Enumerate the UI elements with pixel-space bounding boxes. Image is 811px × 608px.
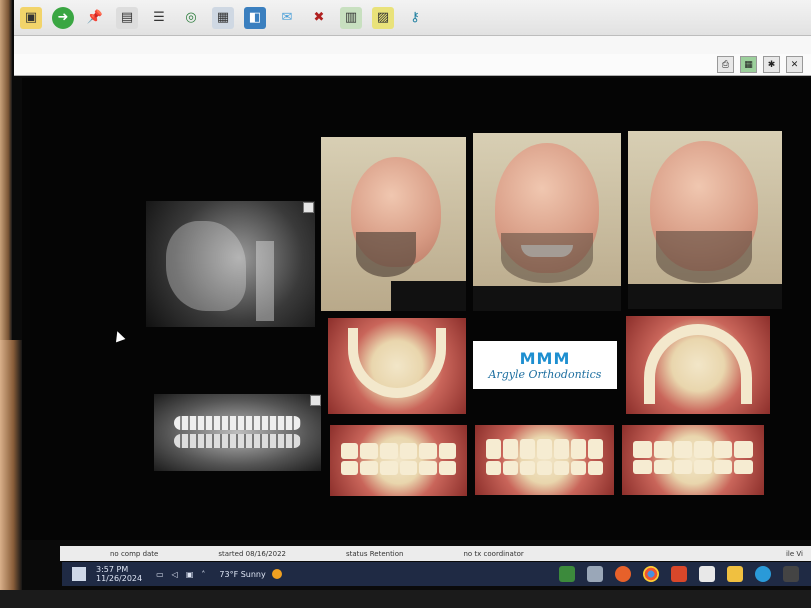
pinned-apps xyxy=(559,566,811,582)
status-right: ile Vi xyxy=(785,549,803,558)
right-buccal-photo[interactable] xyxy=(330,425,467,496)
monitor-bezel-bottom xyxy=(0,590,811,608)
file-explorer-icon[interactable] xyxy=(727,566,743,582)
view-controls-bar: ⎙ ▦ ✱ ✕ xyxy=(14,54,811,76)
shield-icon[interactable]: ✖ xyxy=(308,7,330,29)
tray-icons: ▭ ◁ ▣ ˄ xyxy=(156,570,205,579)
logo-wordmark: MMM xyxy=(519,349,571,368)
app-icon-image[interactable] xyxy=(587,566,603,582)
monitor-bezel-left-lower xyxy=(0,340,22,608)
chart-doc-icon[interactable]: ▨ xyxy=(372,6,394,29)
clock-date: 11/26/2024 xyxy=(96,574,143,583)
status-coordinator: no tx coordinator xyxy=(463,549,524,558)
list-icon[interactable]: ☰ xyxy=(148,7,170,29)
close-icon[interactable]: ✕ xyxy=(786,56,803,73)
left-buccal-photo[interactable] xyxy=(622,425,764,495)
document-icon[interactable]: ▥ xyxy=(340,6,362,29)
firefox-icon[interactable] xyxy=(615,566,631,582)
photo-icon[interactable]: ◧ xyxy=(244,6,266,29)
ceph-xray-image[interactable] xyxy=(146,201,315,327)
chrome-icon[interactable] xyxy=(643,566,659,582)
logo-text: Argyle Orthodontics xyxy=(488,368,602,381)
lower-occlusal-photo[interactable] xyxy=(328,318,466,414)
xray-corner-icon[interactable] xyxy=(303,202,314,213)
profile-photo[interactable] xyxy=(321,137,466,311)
pano-corner-icon[interactable] xyxy=(310,395,321,406)
app-icon-dark[interactable] xyxy=(783,566,799,582)
settings-icon[interactable]: ✱ xyxy=(763,56,780,73)
frontal-intraoral-photo[interactable] xyxy=(475,425,614,495)
clock-time: 3:57 PM xyxy=(96,565,129,574)
next-arrow-icon[interactable]: ➜ xyxy=(52,6,74,29)
grid-icon[interactable]: ▦ xyxy=(740,56,757,73)
image-icon[interactable]: ▤ xyxy=(116,6,138,29)
frontal-smile-photo[interactable] xyxy=(473,133,621,311)
chevron-up-icon[interactable]: ˄ xyxy=(201,570,205,579)
app-toolbar: ▣ ➜ 📌 ▤ ☰ ◎ ▦ ◧ ✉ ✖ ▥ ▨ ⚷ xyxy=(14,0,811,36)
calendar-icon[interactable] xyxy=(699,566,715,582)
pin-icon[interactable]: 📌 xyxy=(84,7,106,29)
frontal-rest-photo[interactable] xyxy=(628,131,782,309)
practice-logo: MMM Argyle Orthodontics xyxy=(473,341,617,389)
volume-icon[interactable]: ◁ xyxy=(172,570,178,579)
folder-icon[interactable]: ▣ xyxy=(20,6,42,29)
network-icon[interactable]: ▣ xyxy=(186,570,194,579)
status-treatment: status Retention xyxy=(345,549,404,558)
key-icon[interactable]: ⚷ xyxy=(404,7,426,29)
sun-icon xyxy=(271,569,282,579)
notification-icon[interactable] xyxy=(72,567,86,581)
windows-taskbar: 3:57 PM 11/26/2024 ▭ ◁ ▣ ˄ 73°F Sunny xyxy=(62,562,811,586)
status-comp-date: no comp date xyxy=(110,549,159,558)
status-started: started 08/16/2022 xyxy=(218,549,286,558)
clock[interactable]: 3:57 PM 11/26/2024 xyxy=(96,565,142,583)
globe-icon[interactable]: ◎ xyxy=(180,7,202,29)
mail-icon[interactable]: ✉ xyxy=(276,7,298,29)
status-bar: no comp date started 08/16/2022 status R… xyxy=(60,546,811,561)
panoramic-xray-image[interactable] xyxy=(154,394,321,471)
language-icon[interactable]: ▭ xyxy=(156,570,164,579)
keyboard-icon[interactable]: ▦ xyxy=(212,6,234,29)
weather-text[interactable]: 73°F Sunny xyxy=(219,570,265,579)
app-icon-green[interactable] xyxy=(559,566,575,582)
print-icon[interactable]: ⎙ xyxy=(717,56,734,73)
edge-icon[interactable] xyxy=(755,566,771,582)
upper-occlusal-photo[interactable] xyxy=(626,316,770,414)
photos-icon[interactable] xyxy=(671,566,687,582)
menu-strip xyxy=(14,36,811,55)
